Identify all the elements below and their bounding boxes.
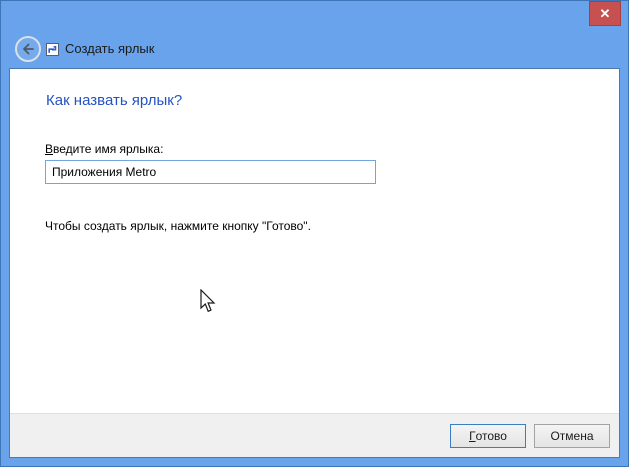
wizard-title: Создать ярлык bbox=[65, 41, 154, 56]
finish-button[interactable]: Готово bbox=[450, 424, 526, 448]
shortcut-name-label: Введите имя ярлыка: bbox=[45, 142, 163, 156]
wizard-panel: Как назвать ярлык? Введите имя ярлыка: Ч… bbox=[9, 68, 620, 458]
create-shortcut-wizard-window: ✕ Создать ярлык Как назвать ярлык? Введи… bbox=[0, 0, 629, 467]
back-button[interactable] bbox=[15, 36, 41, 62]
page-heading: Как назвать ярлык? bbox=[46, 92, 182, 109]
wizard-footer: Готово Отмена bbox=[10, 413, 619, 457]
shortcut-overlay-icon bbox=[46, 43, 59, 56]
close-button[interactable]: ✕ bbox=[589, 1, 621, 26]
cancel-button[interactable]: Отмена bbox=[534, 424, 610, 448]
mouse-cursor-icon bbox=[197, 289, 217, 320]
titlebar-drag-region[interactable] bbox=[1, 1, 628, 31]
back-arrow-icon bbox=[20, 41, 36, 57]
close-icon: ✕ bbox=[600, 6, 611, 22]
shortcut-name-input[interactable] bbox=[45, 160, 376, 184]
wizard-page-content: Как назвать ярлык? Введите имя ярлыка: Ч… bbox=[10, 69, 619, 413]
instruction-text: Чтобы создать ярлык, нажмите кнопку "Гот… bbox=[45, 219, 311, 233]
